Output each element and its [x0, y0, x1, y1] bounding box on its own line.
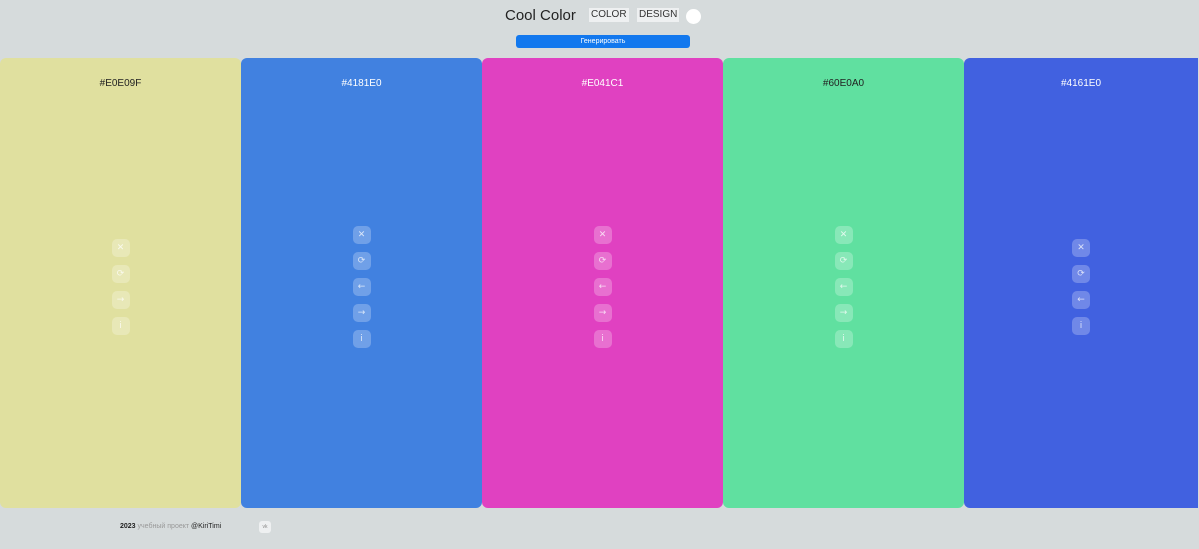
refresh-icon[interactable]: ⟳	[834, 252, 853, 270]
nav-design-button[interactable]: DESIGN	[637, 8, 680, 22]
footer-year: 2023	[120, 523, 136, 530]
refresh-icon[interactable]: ⟳	[352, 252, 371, 270]
arrow-right-icon[interactable]: →	[111, 291, 130, 309]
color-tools: ✕ ⟳ → i	[111, 239, 130, 335]
header: Cool Color COLOR DESIGN Генерировать	[0, 0, 1199, 58]
arrow-left-icon[interactable]: ←	[1072, 291, 1090, 309]
arrow-right-icon[interactable]: →	[834, 304, 853, 322]
refresh-icon[interactable]: ⟳	[1072, 265, 1090, 283]
info-icon[interactable]: i	[593, 330, 612, 348]
footer: 2023 учебный проект @KiriTimi	[120, 522, 221, 532]
color-tools: ✕ ⟳ ← → i	[834, 226, 853, 348]
info-icon[interactable]: i	[1072, 317, 1090, 335]
color-hex-label[interactable]: #4181E0	[241, 78, 482, 90]
close-icon[interactable]: ✕	[1072, 239, 1090, 257]
close-icon[interactable]: ✕	[593, 226, 612, 244]
refresh-icon[interactable]: ⟳	[593, 252, 612, 270]
color-column[interactable]: #60E0A0 ✕ ⟳ ← → i	[723, 58, 964, 508]
color-tools: ✕ ⟳ ← → i	[352, 226, 371, 348]
refresh-icon[interactable]: ⟳	[111, 265, 130, 283]
vk-icon[interactable]: vk	[259, 521, 271, 533]
close-icon[interactable]: ✕	[352, 226, 371, 244]
color-hex-label[interactable]: #60E0A0	[723, 78, 964, 90]
color-column[interactable]: #E0E09F ✕ ⟳ → i	[0, 58, 241, 508]
brand-title: Cool Color	[505, 7, 576, 24]
footer-text: учебный проект	[137, 523, 190, 530]
color-column[interactable]: #4161E0 ✕ ⟳ ← i	[964, 58, 1198, 508]
color-hex-label[interactable]: #E0E09F	[0, 78, 241, 90]
color-tools: ✕ ⟳ ← i	[1072, 239, 1090, 335]
nav-color-button[interactable]: COLOR	[589, 8, 629, 22]
close-icon[interactable]: ✕	[834, 226, 853, 244]
color-hex-label[interactable]: #4161E0	[964, 78, 1198, 90]
arrow-left-icon[interactable]: ←	[352, 278, 371, 296]
arrow-left-icon[interactable]: ←	[834, 278, 853, 296]
close-icon[interactable]: ✕	[111, 239, 130, 257]
palette: #E0E09F ✕ ⟳ → i #4181E0 ✕ ⟳ ← → i #E041C1 ✕ ⟳ ← → i #60E0…	[0, 58, 1199, 508]
arrow-right-icon[interactable]: →	[352, 304, 371, 322]
generate-button[interactable]: Генерировать	[516, 35, 690, 48]
color-column[interactable]: #E041C1 ✕ ⟳ ← → i	[482, 58, 723, 508]
color-column[interactable]: #4181E0 ✕ ⟳ ← → i	[241, 58, 482, 508]
arrow-right-icon[interactable]: →	[593, 304, 612, 322]
footer-author-link[interactable]: @KiriTimi	[191, 523, 221, 530]
color-tools: ✕ ⟳ ← → i	[593, 226, 612, 348]
info-icon[interactable]: i	[352, 330, 371, 348]
arrow-left-icon[interactable]: ←	[593, 278, 612, 296]
theme-toggle[interactable]	[686, 9, 701, 24]
info-icon[interactable]: i	[834, 330, 853, 348]
info-icon[interactable]: i	[111, 317, 130, 335]
color-hex-label[interactable]: #E041C1	[482, 78, 723, 90]
